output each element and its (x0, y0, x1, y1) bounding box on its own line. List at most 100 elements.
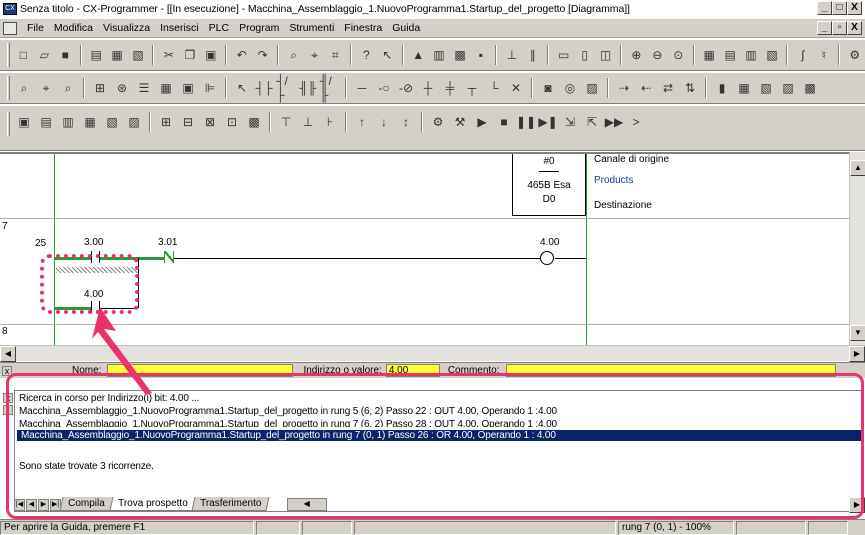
redo-icon[interactable]: ↷ (253, 45, 272, 65)
program-mode-icon[interactable]: ▨ (582, 78, 602, 98)
contact-or-nc-icon[interactable]: ╢/╟ (320, 74, 340, 102)
simulator-settings-icon[interactable]: ⚒ (450, 112, 470, 132)
instruction-2-icon[interactable]: ╪ (440, 78, 460, 98)
scan-step-icon[interactable]: > (626, 112, 646, 132)
pause-icon[interactable]: ∥ (523, 45, 542, 65)
menu-finestra[interactable]: Finestra (339, 22, 387, 34)
merge-icon[interactable]: ⊟ (178, 112, 198, 132)
function-block-icon[interactable]: ┬ (462, 78, 482, 98)
contact-or-no-icon[interactable]: ╢╟ (298, 78, 318, 98)
open-folder-icon[interactable]: ▱ (35, 45, 54, 65)
monitor-icon[interactable]: ◎ (560, 78, 580, 98)
menu-file[interactable]: File (22, 22, 49, 34)
context-help-icon[interactable]: ↖ (378, 45, 397, 65)
debug-mode-icon[interactable]: ▩ (800, 78, 820, 98)
online-edit-icon[interactable]: ⊠ (200, 112, 220, 132)
scroll-right-arrow-icon[interactable]: ▶ (849, 346, 865, 362)
view-ladder-icon[interactable]: ▯ (575, 45, 594, 65)
zoom-fit-icon[interactable]: ⊙ (669, 45, 688, 65)
close-button[interactable]: X (847, 1, 862, 15)
transfer-edit-icon[interactable]: ▩ (244, 112, 264, 132)
list-icon[interactable]: ☰ (134, 78, 154, 98)
tree-icon[interactable]: ⊫ (200, 78, 220, 98)
view-mnemonic-icon[interactable]: ▭ (554, 45, 573, 65)
grid-view-icon[interactable]: ▦ (700, 45, 719, 65)
reset-icon[interactable]: ⊥ (298, 112, 318, 132)
pause-sim-icon[interactable]: ❚❚ (516, 112, 536, 132)
document-icon[interactable] (3, 21, 17, 35)
memory-view-icon[interactable]: ▥ (742, 45, 761, 65)
online-icon[interactable]: ◙ (538, 78, 558, 98)
instruction-block[interactable]: #0 465B Esa D0 (512, 154, 586, 216)
minimize-button[interactable]: _ (817, 1, 832, 15)
force-off-icon[interactable]: ↓ (374, 112, 394, 132)
zoom-in-icon[interactable]: ⊕ (627, 45, 646, 65)
scroll-left-arrow-icon[interactable]: ◀ (0, 346, 16, 362)
undo-icon[interactable]: ↶ (232, 45, 251, 65)
menu-strumenti[interactable]: Strumenti (284, 22, 339, 34)
window-5-icon[interactable]: ▧ (102, 112, 122, 132)
transfer-from-plc-icon[interactable]: ⇠ (636, 78, 656, 98)
menu-plc[interactable]: PLC (204, 22, 234, 34)
contact-nc-icon[interactable]: ┤/├ (276, 74, 296, 102)
page-setup-icon[interactable]: ▧ (129, 45, 148, 65)
doc-close-button[interactable]: X (847, 21, 862, 35)
menu-guida[interactable]: Guida (387, 22, 425, 34)
comment-icon[interactable]: ♮ (814, 45, 833, 65)
address-reference-icon[interactable]: ▪ (471, 45, 490, 65)
menu-modifica[interactable]: Modifica (49, 22, 98, 34)
set-icon[interactable]: ⊤ (276, 112, 296, 132)
doc-restore-button[interactable]: ▫ (832, 21, 847, 35)
maximize-button[interactable]: □ (832, 1, 847, 15)
help-icon[interactable]: ? (357, 45, 376, 65)
block-icon[interactable]: ▣ (178, 78, 198, 98)
io-comment-icon[interactable]: ▮ (712, 78, 732, 98)
comment-toggle-icon[interactable]: ⊛ (112, 78, 132, 98)
doc-minimize-button[interactable]: _ (817, 21, 832, 35)
step-in-icon[interactable]: ⇲ (560, 112, 580, 132)
window-2-icon[interactable]: ▤ (36, 112, 56, 132)
zoom-out-icon[interactable]: ⊖ (648, 45, 667, 65)
continuous-step-icon[interactable]: ▶▶ (604, 112, 624, 132)
io-table-icon[interactable]: ▧ (763, 45, 782, 65)
simulator-icon[interactable]: ⚙ (428, 112, 448, 132)
coil-nc-icon[interactable]: -⊘ (396, 78, 416, 98)
line-icon[interactable]: └ (484, 78, 504, 98)
settings-icon[interactable]: ⚙ (845, 45, 864, 65)
ladder-vertical-scrollbar[interactable]: ▲ ▼ (849, 152, 865, 345)
zoom-reset-icon[interactable]: ⌖ (36, 78, 56, 98)
step-icon[interactable]: ▶❚ (538, 112, 558, 132)
window-6-icon[interactable]: ▨ (124, 112, 144, 132)
paste-icon[interactable]: ▣ (201, 45, 220, 65)
window-1-icon[interactable]: ▣ (14, 112, 34, 132)
scroll-up-arrow-icon[interactable]: ▲ (850, 160, 865, 176)
properties-icon[interactable]: ⊥ (502, 45, 521, 65)
instruction-icon[interactable]: ┼ (418, 78, 438, 98)
horizontal-line-icon[interactable]: ─ (352, 78, 372, 98)
force-cancel-icon[interactable]: ↕ (396, 112, 416, 132)
table-view-icon[interactable]: ▤ (721, 45, 740, 65)
window-4-icon[interactable]: ▦ (80, 112, 100, 132)
scroll-down-arrow-icon[interactable]: ▼ (850, 325, 865, 341)
menu-visualizza[interactable]: Visualizza (98, 22, 155, 34)
save-icon[interactable]: ■ (56, 45, 75, 65)
sync-icon[interactable]: ⇅ (680, 78, 700, 98)
grid-toggle-icon[interactable]: ⊞ (90, 78, 110, 98)
new-file-icon[interactable]: □ (14, 45, 33, 65)
copy-icon[interactable]: ❐ (180, 45, 199, 65)
coil-icon[interactable]: -○ (374, 78, 394, 98)
view-chart-icon[interactable]: ◫ (596, 45, 615, 65)
transfer-to-plc-icon[interactable]: ⇢ (614, 78, 634, 98)
zoom-icon[interactable]: ⌕ (14, 78, 34, 98)
menu-inserisci[interactable]: Inserisci (155, 22, 204, 34)
menu-program[interactable]: Program (234, 22, 284, 34)
diff-icon[interactable]: ⊞ (156, 112, 176, 132)
monitor-mode-icon[interactable]: ▧ (756, 78, 776, 98)
contact-no-icon[interactable]: ┤├ (254, 78, 274, 98)
stop-icon[interactable]: ■ (494, 112, 514, 132)
replace-icon[interactable]: ⌖ (305, 45, 324, 65)
run-mode-icon[interactable]: ▦ (734, 78, 754, 98)
step-out-icon[interactable]: ⇱ (582, 112, 602, 132)
select-icon[interactable]: ↖ (232, 78, 252, 98)
coil-400[interactable] (540, 251, 554, 265)
